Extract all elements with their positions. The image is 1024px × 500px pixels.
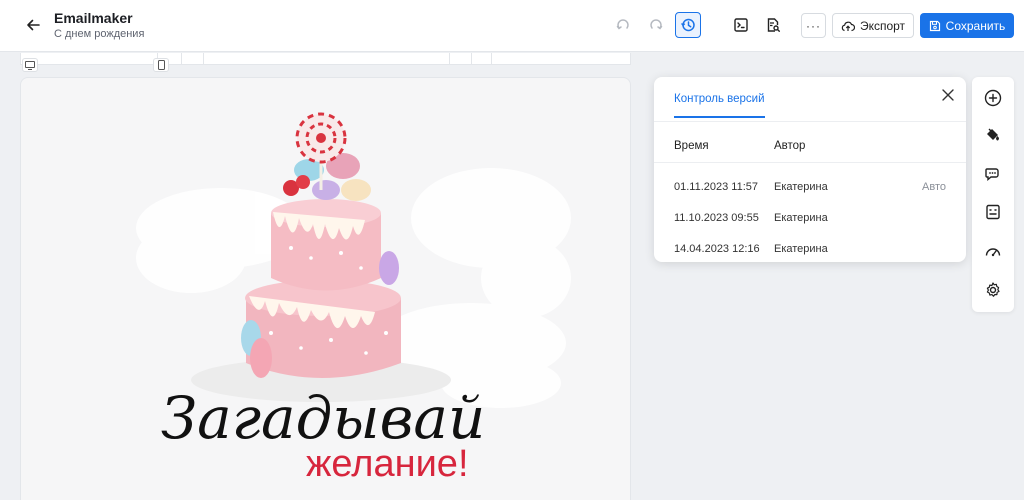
undo-icon bbox=[616, 19, 629, 30]
styles-button[interactable] bbox=[981, 123, 1005, 147]
add-icon bbox=[984, 89, 1002, 107]
more-button[interactable]: ··· bbox=[801, 13, 826, 38]
preview-button[interactable] bbox=[760, 12, 786, 38]
settings-icon bbox=[986, 282, 1000, 297]
desktop-view-button[interactable] bbox=[22, 58, 38, 72]
birthday-cake-image[interactable]: Загадывай желание! bbox=[131, 108, 571, 500]
save-label: Сохранить bbox=[945, 18, 1006, 33]
version-row[interactable]: 11.10.2023 09:55 Екатерина bbox=[654, 204, 966, 234]
save-icon bbox=[929, 20, 940, 31]
app-title: Emailmaker bbox=[54, 10, 133, 26]
arrow-left-icon bbox=[27, 19, 40, 31]
version-row[interactable]: 14.04.2023 12:16 Екатерина bbox=[654, 235, 966, 265]
document-title[interactable]: С днем рождения bbox=[54, 28, 144, 40]
email-canvas[interactable]: Загадывай желание! bbox=[20, 77, 631, 500]
undo-button[interactable] bbox=[610, 12, 636, 38]
preview-icon bbox=[767, 18, 780, 32]
paint-bucket-icon bbox=[987, 128, 999, 141]
comments-icon bbox=[985, 168, 999, 181]
close-panel-button[interactable] bbox=[938, 85, 958, 105]
column-header-time: Время bbox=[674, 140, 709, 152]
close-icon bbox=[942, 89, 954, 101]
redo-button[interactable] bbox=[643, 12, 669, 38]
history-button[interactable] bbox=[675, 12, 701, 38]
version-time: 14.04.2023 12:16 bbox=[674, 243, 760, 255]
cloud-upload-icon bbox=[841, 21, 855, 31]
desktop-icon bbox=[25, 60, 35, 70]
export-button[interactable]: Экспорт bbox=[832, 13, 914, 38]
version-control-panel: Контроль версий Время Автор 01.11.2023 1… bbox=[654, 77, 966, 262]
save-button[interactable]: Сохранить bbox=[920, 13, 1014, 38]
top-bar: Emailmaker С днем рождения ··· Экспорт С… bbox=[0, 0, 1024, 52]
speedometer-icon bbox=[985, 248, 1001, 257]
version-author: Екатерина bbox=[774, 212, 828, 224]
code-button[interactable] bbox=[728, 12, 754, 38]
version-time: 11.10.2023 09:55 bbox=[674, 212, 759, 224]
version-time: 01.11.2023 11:57 bbox=[674, 181, 759, 193]
code-icon bbox=[734, 18, 748, 32]
mobile-icon bbox=[157, 60, 165, 70]
right-tool-rail bbox=[972, 77, 1014, 312]
template-icon bbox=[986, 204, 1000, 220]
export-label: Экспорт bbox=[859, 18, 906, 33]
column-header-author: Автор bbox=[774, 140, 806, 152]
tab-version-control[interactable]: Контроль версий bbox=[674, 93, 765, 118]
template-button[interactable] bbox=[981, 200, 1005, 224]
version-row[interactable]: 01.11.2023 11:57 Екатерина Авто bbox=[654, 173, 966, 203]
version-author: Екатерина bbox=[774, 243, 828, 255]
mobile-view-button[interactable] bbox=[153, 58, 169, 72]
add-block-button[interactable] bbox=[981, 86, 1005, 110]
hero-headline: Загадывай bbox=[161, 384, 485, 452]
hero-subline: желание! bbox=[306, 443, 469, 485]
redo-icon bbox=[650, 19, 663, 30]
settings-button[interactable] bbox=[981, 278, 1005, 302]
version-author: Екатерина bbox=[774, 181, 828, 193]
performance-button[interactable] bbox=[981, 240, 1005, 264]
history-icon bbox=[681, 18, 695, 32]
back-button[interactable] bbox=[20, 12, 46, 38]
version-tag: Авто bbox=[922, 181, 946, 193]
comments-button[interactable] bbox=[981, 162, 1005, 186]
layout-strip bbox=[20, 53, 631, 65]
